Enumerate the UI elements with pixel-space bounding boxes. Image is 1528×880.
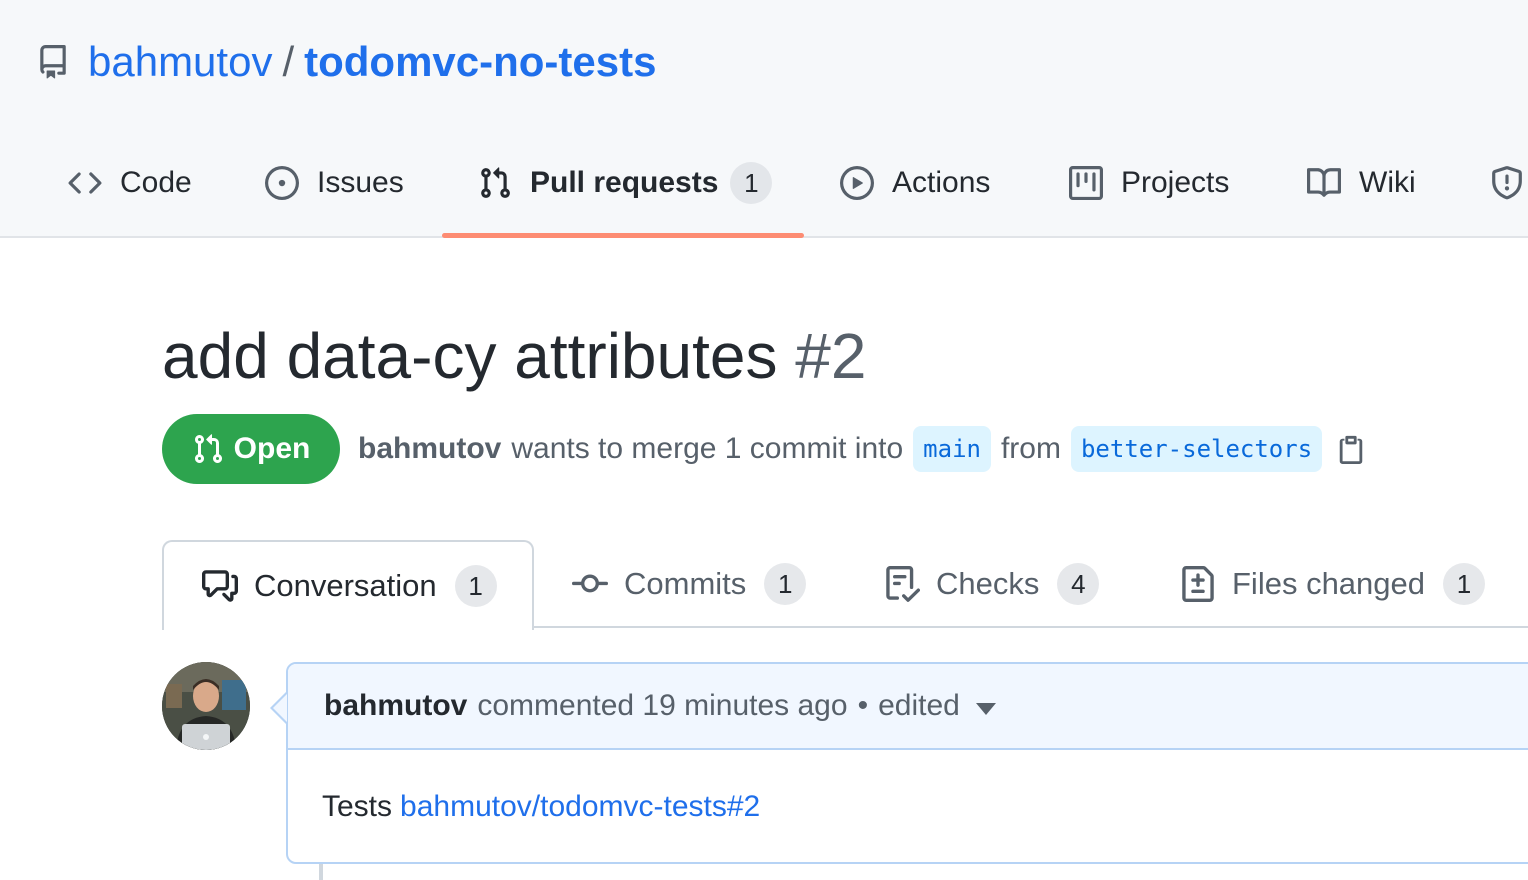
pull-requests-counter: 1: [730, 162, 773, 204]
active-tab-underline: [442, 233, 804, 238]
tab-counter: 1: [454, 565, 497, 607]
comment-arrow-fill: [273, 694, 287, 722]
checklist-icon: [884, 566, 920, 602]
repo-icon: [36, 42, 70, 82]
copy-icon[interactable]: [1336, 432, 1366, 466]
nav-tab-label: Code: [120, 166, 192, 199]
file-diff-icon: [1180, 566, 1216, 602]
comment-box: bahmutov commented 19 minutes ago • edit…: [286, 662, 1528, 864]
tab-label: Files changed: [1232, 566, 1426, 601]
code-icon: [68, 166, 102, 200]
timeline-line: [319, 862, 323, 880]
project-icon: [1069, 166, 1103, 200]
pr-state-label: Open: [233, 432, 311, 465]
repo-separator: /: [282, 38, 295, 85]
chevron-down-icon[interactable]: [975, 702, 996, 716]
merge-text: wants to merge 1 commit into: [511, 432, 904, 465]
nav-tab-pull-requests[interactable]: Pull requests 1: [478, 150, 773, 216]
pr-tabs: Conversation 1 Commits 1 Checks 4 Files …: [162, 540, 1528, 630]
comment-body: Tests bahmutov/todomvc-tests#2: [288, 750, 1528, 864]
repo-name-link[interactable]: todomvc-no-tests: [304, 34, 656, 90]
pr-author-link[interactable]: bahmutov: [358, 432, 501, 466]
avatar[interactable]: [162, 662, 250, 750]
nav-tab-label: Pull requests: [530, 166, 719, 199]
tab-counter: 1: [1443, 563, 1486, 605]
repo-nav: Code Issues Pull requests 1 Actions Proj…: [0, 150, 1528, 238]
tab-label: Commits: [624, 566, 747, 601]
issue-opened-icon: [265, 166, 299, 200]
comment-header: bahmutov commented 19 minutes ago • edit…: [288, 664, 1528, 750]
play-icon: [840, 166, 874, 200]
comment-body-link[interactable]: bahmutov/todomvc-tests#2: [400, 790, 760, 824]
tab-commits[interactable]: Commits 1: [572, 540, 807, 628]
pr-state-row: Open bahmutov wants to merge 1 commit in…: [162, 414, 1366, 484]
nav-tab-wiki[interactable]: Wiki: [1307, 150, 1416, 216]
repo-header: bahmutov / todomvc-no-tests Code Issues …: [0, 0, 1528, 238]
from-text: from: [1000, 432, 1061, 465]
pr-number: #2: [795, 320, 867, 392]
tab-files-changed[interactable]: Files changed 1: [1180, 540, 1486, 628]
comment-timestamp[interactable]: commented 19 minutes ago: [477, 689, 847, 723]
shield-icon: [1490, 166, 1524, 200]
separator-dot: •: [857, 689, 869, 722]
base-branch-link[interactable]: main: [913, 426, 991, 472]
repo-title: bahmutov / todomvc-no-tests: [36, 34, 656, 90]
pr-title-text: add data-cy attributes: [162, 320, 778, 392]
tab-counter: 4: [1057, 563, 1100, 605]
pr-merge-meta: bahmutov wants to merge 1 commit into ma…: [358, 426, 1366, 472]
tab-counter: 1: [764, 563, 807, 605]
edited-dropdown[interactable]: edited: [878, 689, 960, 723]
nav-tab-label: Wiki: [1359, 166, 1416, 199]
comment-author-link[interactable]: bahmutov: [324, 689, 467, 723]
tab-conversation[interactable]: Conversation 1: [162, 540, 534, 630]
comment-body-text: Tests: [322, 790, 393, 823]
nav-tab-actions[interactable]: Actions: [840, 150, 990, 216]
tab-label: Checks: [936, 566, 1040, 601]
nav-tab-issues[interactable]: Issues: [265, 150, 404, 216]
repo-owner-link[interactable]: bahmutov: [88, 34, 272, 90]
tab-label: Conversation: [254, 568, 437, 603]
tab-checks[interactable]: Checks 4: [884, 540, 1100, 628]
comment-discussion-icon: [202, 568, 238, 604]
head-branch-link[interactable]: better-selectors: [1070, 426, 1323, 472]
nav-tab-label: Projects: [1121, 166, 1230, 199]
nav-tab-security[interactable]: [1490, 150, 1528, 216]
nav-tab-projects[interactable]: Projects: [1069, 150, 1229, 216]
nav-tab-code[interactable]: Code: [68, 150, 192, 216]
book-icon: [1307, 166, 1341, 200]
pr-title: add data-cy attributes #2: [162, 318, 866, 394]
nav-tab-label: Issues: [317, 166, 404, 199]
git-commit-icon: [572, 566, 608, 602]
git-pull-request-icon: [192, 432, 224, 466]
pr-state-badge: Open: [162, 414, 340, 484]
nav-tab-label: Actions: [892, 166, 991, 199]
git-pull-request-icon: [478, 166, 512, 200]
